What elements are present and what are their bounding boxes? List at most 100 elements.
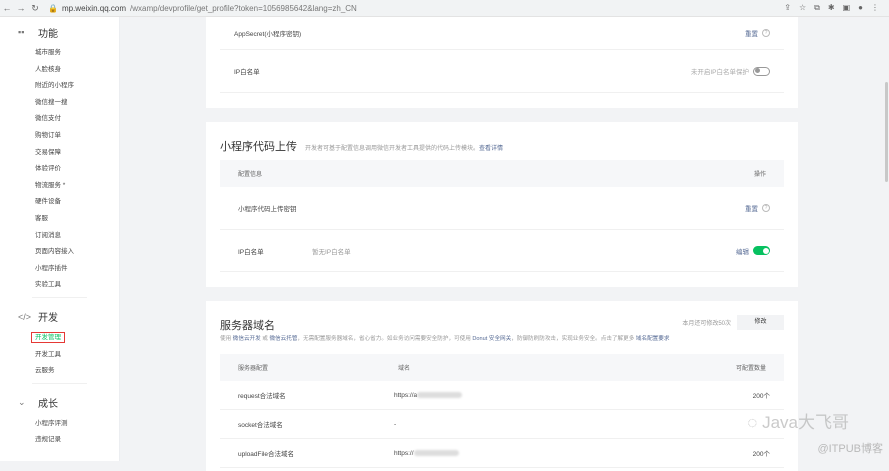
domain-value: https://	[394, 449, 414, 457]
title-text: 小程序代码上传	[220, 141, 297, 153]
col-server-config: 服务器配置	[238, 366, 269, 372]
reset-appsecret-link[interactable]: 重置	[745, 28, 758, 38]
ip-whitelist-label: IP白名单	[234, 69, 260, 76]
server-domain-desc: 使用 微信云开发 或 微信云托管，无需配置服务器域名，省心省力。如业务访问需要安…	[220, 334, 669, 342]
browser-toolbar: ← → ↻ 🔒 mp.weixin.qq.com/wxamp/devprofile…	[0, 0, 889, 17]
sidebar-item-label: 客服	[35, 214, 48, 222]
sidebar-item[interactable]: 微信搜一搜	[0, 95, 119, 112]
sidebar-item[interactable]: 客服	[0, 211, 119, 228]
sidebar-item[interactable]: 违规记录	[0, 432, 119, 449]
desc-text: ，无需配置服务器域名，省心省力。如业务访问需要安全防护，可使用	[297, 336, 473, 342]
back-icon[interactable]: ←	[0, 3, 14, 13]
watermark-itpub: @ITPUB博客	[817, 443, 883, 455]
domain-table-header: 服务器配置 域名 可配置数量	[220, 354, 784, 381]
sidebar-item[interactable]: 小程序评测	[0, 416, 119, 433]
domain-type: request合法域名	[238, 393, 286, 400]
sidebar-section-dev: </> 开发	[0, 308, 119, 326]
extension-icon[interactable]: ⧉	[814, 3, 820, 13]
sidebar-item[interactable]: 订阅消息	[0, 228, 119, 245]
desc-text: ，防御防刷防攻击，实现业务安全。点击了解更多	[511, 336, 636, 342]
code-upload-card: 小程序代码上传 开发者可基于配置信息调用微信开发者工具提供的代码上传模块。查看详情…	[206, 122, 798, 287]
share-icon[interactable]: ⇪	[784, 3, 791, 13]
dev-settings-card: AppSecret(小程序密钥) 重置? IP白名单 未开启IP白名单保护	[206, 17, 798, 108]
sidebar-item-label: 云服务	[35, 367, 55, 375]
sidebar-item[interactable]: 开发工具	[0, 347, 119, 364]
sidebar-item-label: 人脸核身	[35, 65, 61, 73]
remaining-count: 本月还可修改50次	[682, 321, 731, 327]
url-path: /wxamp/devprofile/get_profile?token=1056…	[130, 3, 357, 13]
scrollbar[interactable]	[885, 82, 888, 182]
sidebar-item-label: 小程序评测	[35, 419, 68, 427]
sidebar-item[interactable]: 小程序插件	[0, 261, 119, 278]
appsecret-label: AppSecret(小程序密钥)	[234, 31, 302, 38]
reset-upload-key-link[interactable]: 重置	[745, 203, 758, 213]
star-icon[interactable]: ☆	[799, 3, 806, 13]
sidebar-item-label: 微信支付	[35, 115, 61, 123]
sidebar-section-features: ▪▪ 功能	[0, 23, 119, 41]
sidebar-item[interactable]: 交易保障	[0, 145, 119, 162]
sidebar-item-label: 交易保障	[35, 148, 61, 156]
cloud-dev-link[interactable]: 微信云开发	[233, 336, 261, 342]
divider	[32, 296, 87, 298]
sidebar-item-label: 硬件设备	[35, 198, 61, 206]
divider	[32, 382, 87, 384]
sidebar-item[interactable]: 购物订单	[0, 128, 119, 145]
domain-row: request合法域名 https://a 200个	[220, 381, 784, 410]
watermark: ◌ Java大飞哥	[747, 408, 849, 433]
blurred-domain	[417, 392, 463, 398]
puzzle-icon[interactable]: ✱	[828, 3, 835, 13]
table-header: 配置信息 操作	[220, 160, 784, 187]
server-domain-card: 服务器域名 本月还可修改50次 修改 使用 微信云开发 或 微信云托管，无需配置…	[206, 301, 798, 471]
sidebar: ▪▪ 功能 城市服务人脸核身附近的小程序 微信搜一搜微信支付购物订单交易保障体验评价…	[0, 17, 120, 461]
sidebar-item[interactable]: 体验评价	[0, 161, 119, 178]
chevron-down-icon: ⌄	[18, 397, 26, 408]
sidebar-item-label: 附近的小程序	[35, 82, 74, 90]
sidebar-item-label: 页面内容接入	[35, 248, 74, 256]
upload-ip-row: IP白名单 暂无IP白名单 编辑	[220, 230, 784, 272]
sidebar-item[interactable]: 页面内容接入	[0, 244, 119, 261]
wechat-icon: ◌	[747, 413, 763, 432]
upload-key-row: 小程序代码上传密钥 重置?	[220, 187, 784, 230]
sidebar-item[interactable]: 云服务	[0, 363, 119, 380]
col-action: 操作	[753, 172, 766, 178]
cloud-hosting-link[interactable]: 微信云托管	[269, 336, 297, 342]
sidebar-item-label: 订阅消息	[35, 231, 61, 239]
sidebar-item-label: 微信搜一搜	[35, 98, 68, 106]
forward-icon[interactable]: →	[14, 3, 28, 13]
sidebar-item[interactable]: 人脸核身	[0, 62, 119, 79]
view-details-link[interactable]: 查看详情	[479, 146, 503, 152]
sidebar-item[interactable]: 附近的小程序	[0, 78, 119, 95]
main-content: AppSecret(小程序密钥) 重置? IP白名单 未开启IP白名单保护 小程…	[120, 17, 889, 471]
edit-ip-link[interactable]: 编辑	[736, 246, 749, 256]
help-icon[interactable]: ?	[762, 29, 770, 37]
code-icon: </>	[18, 311, 32, 322]
sidepanel-icon[interactable]: ▣	[843, 3, 851, 13]
address-bar[interactable]: 🔒 mp.weixin.qq.com/wxamp/devprofile/get_p…	[48, 4, 357, 13]
sidebar-item[interactable]: 物流服务 *	[0, 178, 119, 195]
help-icon[interactable]: ?	[762, 204, 770, 212]
modify-button[interactable]: 修改	[737, 315, 784, 330]
code-upload-desc: 开发者可基于配置信息调用微信开发者工具提供的代码上传模块。	[305, 146, 480, 152]
lock-icon: 🔒	[48, 3, 58, 13]
ip-whitelist-row: IP白名单 未开启IP白名单保护	[220, 50, 784, 93]
sidebar-item[interactable]: 城市服务	[0, 45, 119, 62]
domain-requirements-link[interactable]: 域名配置要求	[636, 336, 670, 342]
grid-icon: ▪▪	[18, 27, 25, 37]
watermark-text: Java大飞哥	[762, 413, 849, 432]
reload-icon[interactable]: ↻	[28, 3, 42, 14]
sidebar-item[interactable]: 硬件设备	[0, 194, 119, 211]
profile-icon[interactable]: ●	[858, 3, 863, 13]
donut-gateway-link[interactable]: Donut 安全网关	[472, 336, 511, 342]
domain-row: socket合法域名 -	[220, 410, 784, 439]
col-config: 配置信息	[238, 172, 263, 178]
sidebar-item-label: 购物订单	[35, 131, 61, 139]
sidebar-item[interactable]: 开发管理	[0, 330, 119, 347]
sidebar-item[interactable]: 微信支付	[0, 111, 119, 128]
col-count: 可配置数量	[735, 366, 766, 372]
sidebar-item[interactable]: 实验工具	[0, 277, 119, 294]
section-title: 功能	[38, 28, 58, 40]
ip-whitelist-toggle[interactable]	[753, 66, 770, 76]
menu-icon[interactable]: ⋮	[871, 3, 879, 13]
upload-ip-toggle[interactable]	[753, 246, 770, 255]
sidebar-item-label: 体验评价	[35, 165, 61, 173]
